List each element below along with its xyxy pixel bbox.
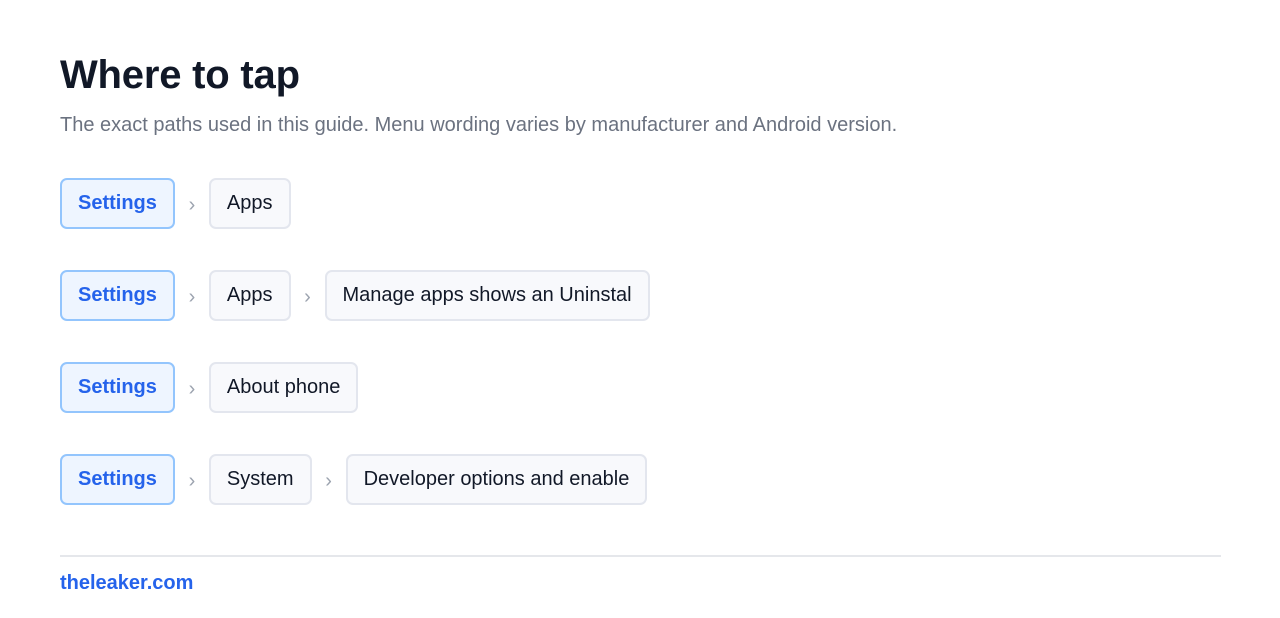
path-step-apps[interactable]: Apps [208,270,291,321]
path-step-system[interactable]: System [208,454,312,505]
chevron-right-icon: › [325,470,332,492]
chevron-right-icon: › [188,470,196,492]
path-step-apps[interactable]: Apps [208,178,291,229]
path-row: Settings › About phone [60,362,650,413]
chevron-right-icon: › [188,194,196,216]
chevron-right-icon: › [188,286,196,308]
footer-divider [60,555,1221,557]
footer-site-link[interactable]: theleaker.com [60,571,193,595]
path-step-manage-apps[interactable]: Manage apps shows an Uninstal [324,270,650,321]
page-title: Where to tap [60,53,300,97]
path-row: Settings › System › Developer options an… [60,454,650,505]
page: Where to tap The exact paths used in thi… [0,0,1280,618]
path-step-settings[interactable]: Settings [60,454,175,505]
page-subtitle: The exact paths used in this guide. Menu… [60,114,898,136]
path-step-developer-options[interactable]: Developer options and enable [345,454,648,505]
path-step-about-phone[interactable]: About phone [208,362,359,413]
path-row: Settings › Apps [60,178,650,229]
path-step-settings[interactable]: Settings [60,178,175,229]
path-row: Settings › Apps › Manage apps shows an U… [60,270,650,321]
path-list: Settings › Apps Settings › Apps › Manage… [60,178,650,546]
path-step-settings[interactable]: Settings [60,362,175,413]
chevron-right-icon: › [188,378,196,400]
chevron-right-icon: › [304,286,311,308]
path-step-settings[interactable]: Settings [60,270,175,321]
